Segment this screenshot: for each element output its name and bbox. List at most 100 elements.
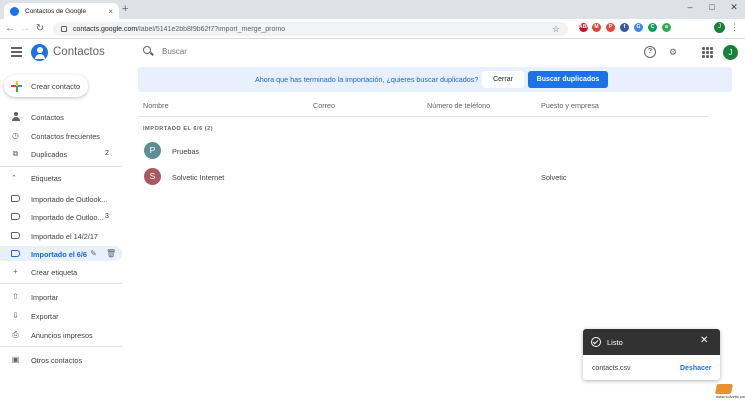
browser-extension-icon[interactable]: C: [648, 23, 657, 32]
browser-extension-icon[interactable]: a: [662, 23, 671, 32]
sidebar-label-text: Importado de Outloo...: [31, 212, 104, 222]
address-bar[interactable]: contacts.google.com/label/5141e2bb8f9b62…: [53, 22, 568, 36]
sidebar-label-item[interactable]: Importado de Outloo... 3: [0, 209, 122, 224]
account-avatar[interactable]: J: [723, 45, 738, 60]
sidebar-item-duplicates[interactable]: ⧉ Duplicados 2: [0, 146, 122, 161]
multicolor-plus-icon: [11, 80, 22, 92]
column-header-phone: Número de teléfono: [427, 101, 491, 110]
label-count: 3: [105, 212, 109, 220]
column-header-email: Correo: [313, 101, 335, 110]
sidebar-item-label: Contactos frecuentes: [31, 131, 100, 141]
sidebar-divider: [0, 346, 122, 347]
sidebar-item-label: Contactos: [31, 112, 64, 122]
snackbar-header: Listo ✕: [583, 329, 720, 355]
tab-close-icon[interactable]: ×: [108, 7, 113, 16]
header-divider: [138, 116, 708, 117]
copy-icon: ⧉: [12, 149, 19, 158]
label-icon: [11, 195, 20, 202]
contact-name: Pruebas: [172, 147, 200, 156]
watermark-text: www.solvetic.com: [716, 394, 745, 399]
browser-extension-icon[interactable]: G: [634, 23, 643, 32]
sidebar-label-text: Importado el 6/6: [31, 249, 87, 259]
snackbar-filename: contacts.csv: [592, 365, 631, 372]
contact-name: Solvetic Internet: [172, 173, 225, 182]
sidebar-label-item[interactable]: Importado el 14/2/17: [0, 228, 122, 243]
tab-title: Contactos de Google: [25, 7, 87, 15]
browser-tab[interactable]: Contactos de Google ×: [4, 3, 119, 19]
sidebar-divider: [0, 283, 122, 284]
main-menu-icon[interactable]: [11, 47, 22, 59]
contact-company: Solvetic: [541, 173, 567, 182]
browser-extension-icon[interactable]: f: [620, 23, 629, 32]
history-icon: ◷: [12, 131, 19, 140]
person-icon: [11, 112, 20, 121]
table-row[interactable]: S Solvetic Internet Solvetic: [138, 165, 708, 189]
sidebar-item-label: Anuncios impresos: [31, 330, 93, 340]
find-duplicates-button[interactable]: Buscar duplicados: [528, 71, 608, 88]
sidebar-label-item[interactable]: Importado de Outlook...: [0, 191, 122, 206]
sidebar-label-text: Importado el 14/2/17: [31, 231, 98, 241]
snackbar-title: Listo: [607, 338, 623, 347]
maximize-icon[interactable]: □: [705, 2, 719, 12]
browser-menu-icon[interactable]: ⋮: [730, 22, 739, 33]
sidebar-item-label: Duplicados: [31, 149, 68, 159]
bookmark-star-icon[interactable]: ☆: [552, 24, 560, 35]
sidebar-item-label: Importar: [31, 292, 59, 302]
solvetic-watermark-logo: www.solvetic.com: [714, 384, 745, 401]
sidebar-item-frequent[interactable]: ◷ Contactos frecuentes: [0, 128, 122, 143]
table-row[interactable]: P Pruebas: [138, 139, 708, 163]
browser-extension-icon[interactable]: P: [606, 23, 615, 32]
browser-tab-strip: Contactos de Google × + – □ ✕: [0, 0, 745, 19]
undo-button[interactable]: Deshacer: [680, 365, 712, 372]
sidebar-label-item-active[interactable]: Importado el 6/6 ✎ 🗑: [0, 246, 122, 261]
download-icon: ⇩: [12, 311, 19, 320]
printer-icon: ⎙: [12, 330, 19, 339]
create-label-text: Crear etiqueta: [31, 267, 78, 277]
banner-close-button[interactable]: Cerrar: [482, 71, 524, 88]
labels-section-header[interactable]: Etiquetas: [31, 174, 61, 183]
back-icon[interactable]: ←: [4, 23, 16, 35]
sidebar-create-label[interactable]: + Crear etiqueta: [0, 264, 122, 279]
app-header: Contactos ? ⚙ J: [0, 39, 745, 66]
browser-extension-icon[interactable]: M: [592, 23, 601, 32]
sidebar-item-import[interactable]: ⇧ Importar: [0, 289, 122, 304]
duplicates-count: 2: [105, 149, 109, 157]
label-icon: [11, 232, 20, 239]
forward-icon[interactable]: →: [19, 23, 31, 35]
browser-profile-avatar[interactable]: J: [714, 22, 725, 33]
edit-pencil-icon[interactable]: ✎: [89, 249, 98, 258]
contact-avatar: S: [144, 168, 161, 185]
create-contact-label: Crear contacto: [31, 81, 81, 91]
chevron-up-icon[interactable]: ⌃: [11, 174, 17, 182]
contact-card-icon: ▣: [11, 355, 20, 364]
search-input[interactable]: [162, 47, 462, 56]
window-close-icon[interactable]: ✕: [727, 2, 741, 13]
sidebar-divider: [0, 166, 122, 167]
sidebar-item-other-contacts[interactable]: ▣ Otros contactos: [0, 352, 122, 367]
label-icon: [11, 213, 20, 220]
new-tab-button[interactable]: +: [122, 3, 128, 15]
check-circle-icon: [591, 337, 601, 347]
column-header-job: Puesto y empresa: [541, 101, 599, 110]
help-icon[interactable]: ?: [644, 46, 656, 58]
reload-icon[interactable]: ↻: [34, 23, 46, 35]
search-icon[interactable]: [143, 46, 151, 54]
delete-trash-icon[interactable]: 🗑: [106, 249, 116, 258]
settings-gear-icon[interactable]: ⚙: [667, 46, 679, 58]
sidebar-item-contacts[interactable]: Contactos: [0, 109, 122, 124]
browser-extension-icon[interactable]: ABP: [579, 23, 590, 32]
close-icon[interactable]: ✕: [700, 336, 708, 346]
minimize-icon[interactable]: –: [683, 2, 697, 12]
url-text: contacts.google.com/label/5141e2bb8f9b62…: [73, 25, 286, 33]
app-title: Contactos: [53, 46, 105, 58]
contact-avatar: P: [144, 142, 161, 159]
group-header: IMPORTADO EL 6/6 (2): [143, 126, 214, 132]
duplicates-banner: Ahora que has terminado la importación, …: [138, 67, 732, 92]
apps-grid-icon[interactable]: [702, 46, 714, 58]
sidebar-item-export[interactable]: ⇩ Exportar: [0, 308, 122, 323]
import-snackbar: Listo ✕ contacts.csv Deshacer: [583, 329, 720, 380]
browser-toolbar: ← → ↻ contacts.google.com/label/5141e2bb…: [0, 19, 745, 39]
create-contact-button[interactable]: Crear contacto: [4, 75, 88, 97]
sidebar-item-print[interactable]: ⎙ Anuncios impresos: [0, 327, 122, 342]
contacts-favicon-icon: [10, 6, 19, 16]
